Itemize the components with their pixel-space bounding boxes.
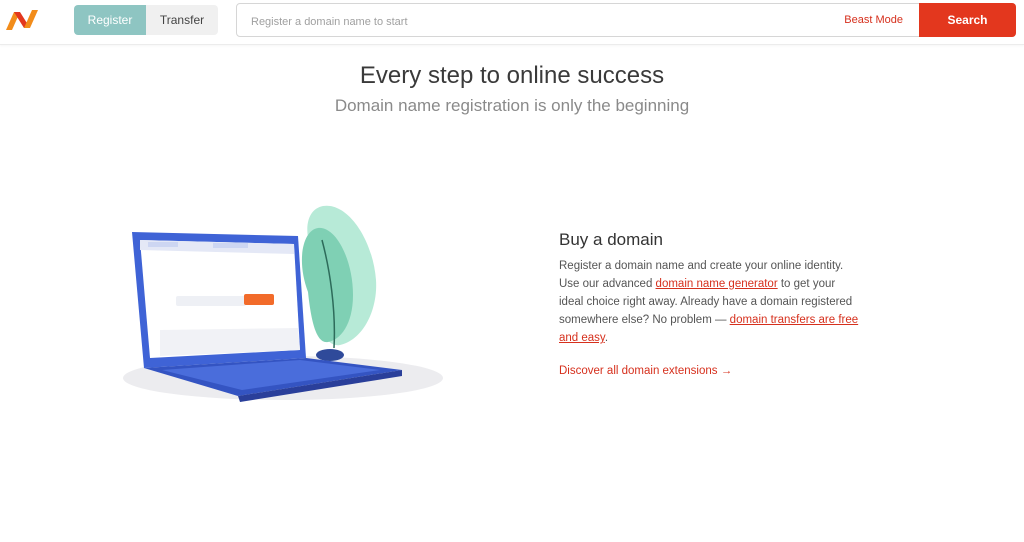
page-subtitle: Domain name registration is only the beg… bbox=[334, 96, 690, 115]
tab-transfer[interactable]: Transfer bbox=[146, 5, 218, 35]
domain-search-box: Beast Mode Search bbox=[236, 3, 1016, 37]
namecheap-logo-icon[interactable] bbox=[4, 8, 40, 32]
page-title: Every step to online success bbox=[359, 62, 665, 89]
discover-extensions-link[interactable]: Discover all domain extensions → bbox=[559, 365, 732, 377]
domain-search-input[interactable] bbox=[249, 12, 813, 32]
domain-name-generator-link[interactable]: domain name generator bbox=[656, 278, 778, 290]
beast-mode-link[interactable]: Beast Mode bbox=[844, 14, 903, 26]
tab-register[interactable]: Register bbox=[74, 5, 146, 35]
buy-domain-feature: Buy a domain Register a domain name and … bbox=[559, 230, 859, 347]
laptop-plant-illustration bbox=[118, 200, 448, 410]
top-bar: Register Transfer Beast Mode Search bbox=[0, 0, 1024, 45]
feature-description: Register a domain name and create your o… bbox=[559, 260, 859, 344]
feature-title: Buy a domain bbox=[559, 230, 663, 249]
search-button[interactable]: Search bbox=[919, 3, 1016, 37]
register-transfer-toggle: Register Transfer bbox=[74, 5, 218, 35]
